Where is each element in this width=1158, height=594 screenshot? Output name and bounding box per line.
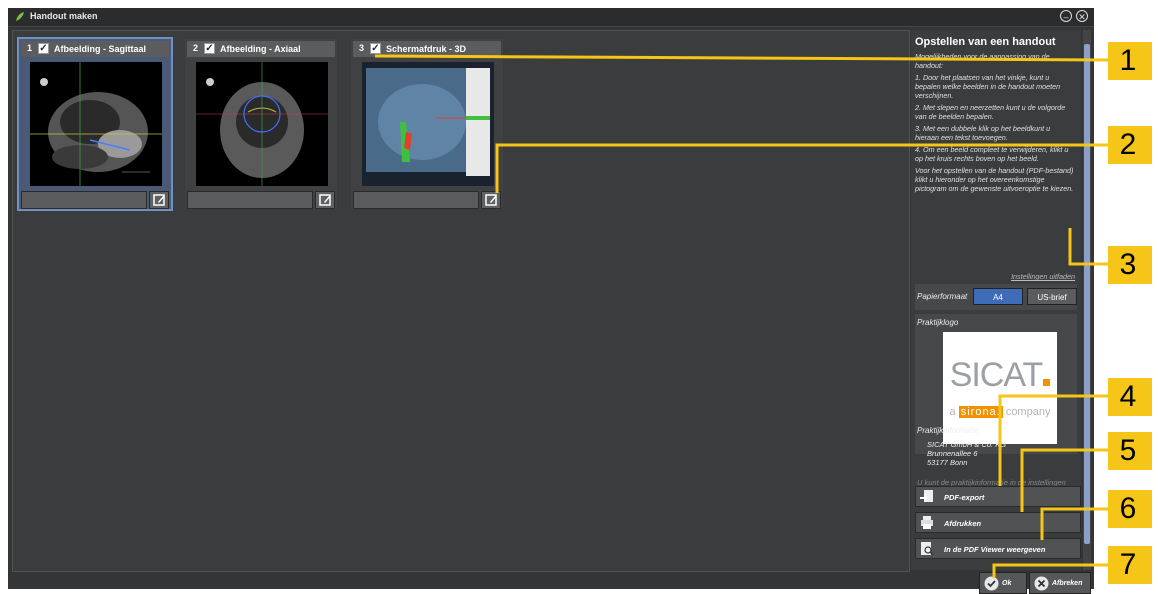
handout-window: Handout maken – ✕ 1 ✓ Afbeelding - Sagit… xyxy=(8,8,1094,594)
card-label: Afbeelding - Axiaal xyxy=(220,44,301,54)
screenshot-3d-image xyxy=(362,62,494,186)
instructions-step-2: 2. Met slepen en neerzetten kunt u de vo… xyxy=(915,103,1066,121)
edit-icon xyxy=(319,194,331,206)
printer-icon xyxy=(921,516,933,529)
logo-tagline-a: a xyxy=(949,406,956,418)
panel-scrollbar[interactable] xyxy=(1083,30,1091,570)
print-button[interactable]: Afdrukken xyxy=(915,512,1081,533)
callout-5: 5 xyxy=(1108,432,1152,470)
practice-logo-label: Praktijklogo xyxy=(917,318,959,327)
callout-4: 4 xyxy=(1108,378,1152,416)
paper-us-letter-button[interactable]: US-brief xyxy=(1027,288,1077,305)
settings-panel: Opstellen van een handout Mogelijkheden … xyxy=(911,30,1081,570)
callout-7: 7 xyxy=(1108,546,1152,584)
card-header: 1 ✓ Afbeelding - Sagittaal xyxy=(21,41,169,57)
callout-2: 2 xyxy=(1108,126,1152,164)
pdf-viewer-label: In de PDF Viewer weergeven xyxy=(944,545,1046,554)
image-card-3[interactable]: 3 ✓ Schermafdruk - 3D xyxy=(351,39,503,209)
pdf-viewer-icon xyxy=(921,542,934,556)
practice-info-label: Praktijkinformatie xyxy=(917,426,979,435)
pdf-export-icon xyxy=(920,490,933,502)
image-card-1[interactable]: 1 ✓ Afbeelding - Sagittaal xyxy=(17,37,173,211)
instructions: Mogelijkheden voor de aanpassing van de … xyxy=(915,52,1075,196)
image-card-2[interactable]: 2 ✓ Afbeelding - Axiaal xyxy=(185,39,337,209)
edit-caption-button[interactable] xyxy=(149,191,169,209)
card-header: 2 ✓ Afbeelding - Axiaal xyxy=(187,41,335,57)
card-number: 1 xyxy=(27,43,33,53)
edit-icon xyxy=(153,194,165,206)
address-line-1: SICAT GmbH & Co. KG xyxy=(927,440,1007,449)
window-title: Handout maken xyxy=(30,11,98,21)
print-label: Afdrukken xyxy=(944,519,982,528)
instructions-step-1: 1. Door het plaatsen van het vinkje, kun… xyxy=(915,73,1061,100)
settings-link[interactable]: Instellingen uitfaden xyxy=(1011,272,1075,281)
instructions-intro: Mogelijkheden voor de aanpassing van de … xyxy=(915,52,1050,70)
close-button[interactable]: ✕ xyxy=(1076,10,1088,22)
edit-caption-button[interactable] xyxy=(315,191,335,209)
cancel-button[interactable]: Afbreken xyxy=(1029,572,1091,594)
include-checkbox[interactable]: ✓ xyxy=(38,43,49,54)
panel-title: Opstellen van een handout xyxy=(915,36,1056,48)
pdf-export-label: PDF-export xyxy=(944,493,985,502)
pdf-viewer-button[interactable]: In de PDF Viewer weergeven xyxy=(915,538,1081,559)
app-logo-icon xyxy=(16,12,24,21)
card-number: 2 xyxy=(193,43,199,53)
title-bar: Handout maken – ✕ xyxy=(8,8,1094,27)
minimize-button[interactable]: – xyxy=(1060,10,1072,22)
paper-format-label: Papierformaat xyxy=(917,292,968,301)
cancel-label: Afbreken xyxy=(1052,580,1083,587)
axial-image xyxy=(196,62,328,186)
address-line-3: 53177 Bonn xyxy=(927,458,968,467)
edit-caption-button[interactable] xyxy=(481,191,501,209)
sagittal-image xyxy=(30,62,162,186)
card-number: 3 xyxy=(359,43,365,53)
ok-button[interactable]: Ok xyxy=(979,572,1027,594)
include-checkbox[interactable]: ✓ xyxy=(204,43,215,54)
callout-1: 1 xyxy=(1108,42,1152,80)
edit-icon xyxy=(485,194,497,206)
caption-field[interactable] xyxy=(187,191,313,209)
ok-label: Ok xyxy=(1002,580,1012,587)
caption-field[interactable] xyxy=(21,191,147,209)
card-label: Schermafdruk - 3D xyxy=(386,44,467,54)
pdf-export-button[interactable]: PDF-export xyxy=(915,486,1081,507)
callout-3: 3 xyxy=(1108,246,1152,284)
card-label: Afbeelding - Sagittaal xyxy=(54,44,147,54)
instructions-step-3: 3. Met een dubbele klik op het beeldkunt… xyxy=(915,124,1051,142)
scrollbar-thumb[interactable] xyxy=(1084,44,1090,544)
paper-a4-button[interactable]: A4 xyxy=(973,288,1023,305)
image-canvas: 1 ✓ Afbeelding - Sagittaal 2 ✓ Afbeeldin… xyxy=(12,30,910,572)
instructions-pdf-hint: Voor het opstellen van de handout (PDF-b… xyxy=(915,166,1074,193)
instructions-step-4: 4. Om een beeld compleet te verwijderen,… xyxy=(915,145,1069,163)
logo-brand: SICAT xyxy=(949,356,1044,394)
include-checkbox[interactable]: ✓ xyxy=(370,43,381,54)
caption-field[interactable] xyxy=(353,191,479,209)
card-header: 3 ✓ Schermafdruk - 3D xyxy=(353,41,501,57)
callout-6: 6 xyxy=(1108,490,1152,528)
logo-tagline-rest: company xyxy=(1005,406,1051,418)
address-line-2: Brunnenallee 6 xyxy=(927,449,978,458)
logo-tagline-brand: sirona. xyxy=(958,406,1003,418)
paper-format-section: Papierformaat A4 US-brief xyxy=(915,284,1077,310)
practice-address: SICAT GmbH & Co. KG Brunnenallee 6 53177… xyxy=(927,440,1006,467)
